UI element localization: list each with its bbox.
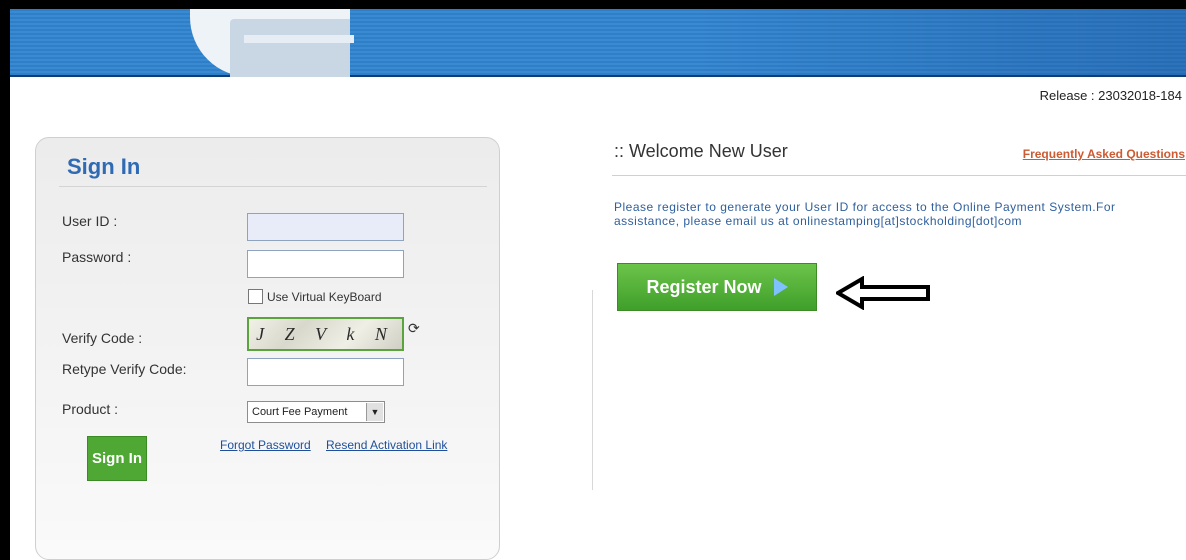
signin-title: Sign In xyxy=(67,154,141,179)
column-divider xyxy=(592,290,593,490)
forgot-password-link[interactable]: Forgot Password xyxy=(220,438,311,452)
register-now-label: Register Now xyxy=(646,276,762,297)
product-selected: Court Fee Payment xyxy=(252,406,348,418)
retype-verify-input[interactable] xyxy=(247,358,404,386)
play-arrow-icon xyxy=(773,278,788,296)
signin-panel: Sign In User ID : Password : Use Virtual… xyxy=(35,137,500,560)
retype-verify-label: Retype Verify Code: xyxy=(62,361,187,377)
faq-link[interactable]: Frequently Asked Questions xyxy=(1023,147,1185,161)
product-label: Product : xyxy=(62,401,119,417)
welcome-title: :: Welcome New User xyxy=(614,141,788,161)
captcha-image: J Z V k N xyxy=(247,317,404,351)
password-input[interactable] xyxy=(247,250,404,278)
user-id-label: User ID : xyxy=(62,213,118,229)
product-select[interactable]: Court Fee Payment ▼ xyxy=(247,401,385,423)
checkbox-icon[interactable] xyxy=(248,289,263,304)
release-label: Release : 23032018-184 xyxy=(1039,88,1182,103)
user-id-input[interactable] xyxy=(247,213,404,241)
pointer-arrow-icon xyxy=(836,276,930,310)
virtual-keyboard-label: Use Virtual KeyBoard xyxy=(267,289,382,304)
virtual-keyboard-checkbox[interactable]: Use Virtual KeyBoard xyxy=(248,289,382,304)
welcome-divider xyxy=(612,175,1186,176)
captcha-text: J Z V k N xyxy=(256,323,395,344)
dropdown-arrow-icon[interactable]: ▼ xyxy=(366,403,383,421)
header-banner xyxy=(10,9,1186,77)
signin-button[interactable]: Sign In xyxy=(87,436,147,481)
divider xyxy=(59,186,487,187)
verify-code-label: Verify Code : xyxy=(62,330,143,346)
resend-activation-link[interactable]: Resend Activation Link xyxy=(326,438,447,452)
password-label: Password : xyxy=(62,249,132,265)
refresh-captcha-icon[interactable]: ⟳ xyxy=(408,320,420,337)
register-info-text: Please register to generate your User ID… xyxy=(614,200,1116,228)
register-now-button[interactable]: Register Now xyxy=(617,263,817,311)
